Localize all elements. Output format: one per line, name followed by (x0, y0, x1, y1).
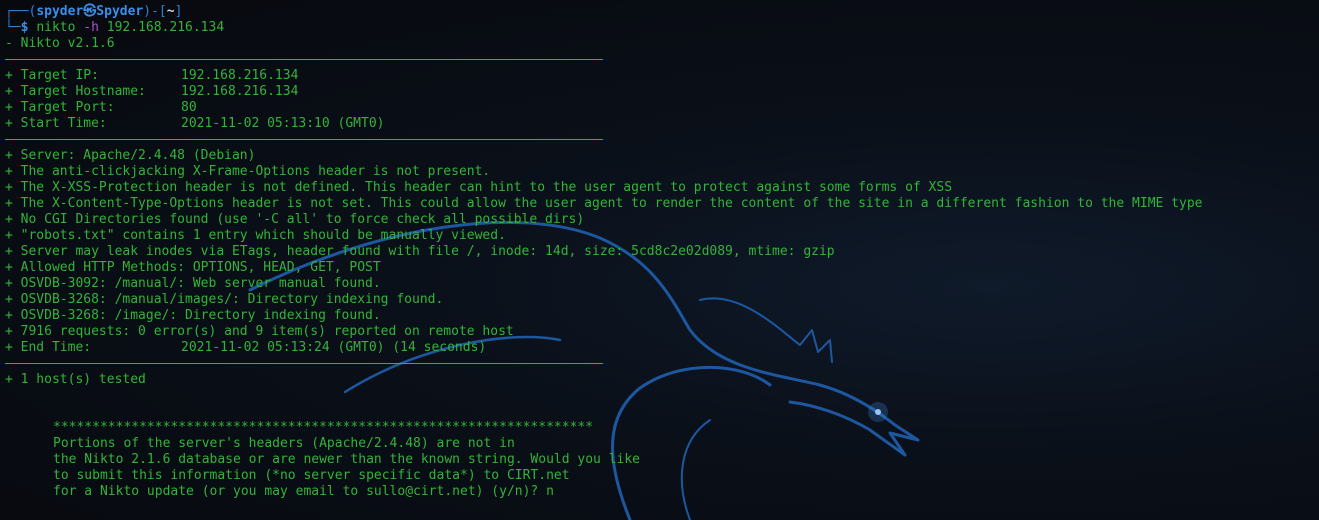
prompt-user: spyder (36, 4, 84, 19)
banner-prompt-line[interactable]: for a Nikto update (or you may email to … (53, 484, 554, 500)
banner-stars: ****************************************… (53, 420, 594, 435)
start-time-value: 2021-11-02 05:13:10 (GMT0) (181, 116, 385, 131)
finding-line: + OSVDB-3092: /manual/: Web server manua… (5, 276, 381, 291)
command-flag: -h (83, 20, 99, 35)
prompt-top-prefix: ┌──( (5, 4, 37, 19)
target-hostname-label: + Target Hostname: (5, 84, 146, 99)
target-hostname-row: + Target Hostname: 192.168.216.134 (5, 84, 298, 100)
finding-line: + OSVDB-3268: /image/: Directory indexin… (5, 308, 381, 323)
prompt-cwd: ~ (166, 4, 175, 19)
separator-line (5, 139, 603, 140)
target-ip-value: 192.168.216.134 (181, 68, 299, 83)
terminal-window[interactable]: ┌──(spyder㉿Spyder)-[~] └─$ nikto -h 192.… (0, 0, 1319, 520)
prompt-host: Spyder (96, 4, 144, 19)
finding-line: + Server may leak inodes via ETags, head… (5, 244, 835, 259)
command-line[interactable]: └─$ nikto -h 192.168.216.134 (5, 20, 224, 36)
target-hostname-value: 192.168.216.134 (181, 84, 299, 99)
command-argument: 192.168.216.134 (106, 20, 225, 35)
target-port-label: + Target Port: (5, 100, 115, 115)
target-port-row: + Target Port: 80 (5, 100, 197, 116)
finding-line: + No CGI Directories found (use '-C all'… (5, 212, 585, 227)
finding-line: + Allowed HTTP Methods: OPTIONS, HEAD, G… (5, 260, 381, 275)
prompt-bottom-prefix: └─ (5, 20, 21, 35)
banner-line: Portions of the server's headers (Apache… (53, 436, 515, 451)
prompt-bracket-mid: )-[ (143, 4, 167, 19)
target-ip-row: + Target IP: 192.168.216.134 (5, 68, 298, 84)
prompt-line-top: ┌──(spyder㉿Spyder)-[~] (5, 4, 182, 20)
hosts-tested: + 1 host(s) tested (5, 372, 146, 387)
nikto-version: - Nikto v2.1.6 (5, 36, 115, 51)
finding-line: + "robots.txt" contains 1 entry which sh… (5, 228, 506, 243)
prompt-skull-icon: ㉿ (83, 4, 97, 19)
start-time-label: + Start Time: (5, 116, 107, 131)
separator-line (5, 59, 603, 60)
banner-line: to submit this information (*no server s… (53, 468, 570, 483)
end-time-row: + End Time: 2021-11-02 05:13:24 (GMT0) (1… (5, 340, 486, 356)
prompt-dollar: $ (20, 20, 29, 35)
banner-line: the Nikto 2.1.6 database or are newer th… (53, 452, 640, 467)
finding-line: + Server: Apache/2.4.48 (Debian) (5, 148, 256, 163)
prompt-bracket-end: ] (174, 4, 183, 19)
separator-line (5, 363, 603, 364)
start-time-row: + Start Time: 2021-11-02 05:13:10 (GMT0) (5, 116, 385, 132)
finding-line: + The X-Content-Type-Options header is n… (5, 196, 1203, 211)
target-ip-label: + Target IP: (5, 68, 99, 83)
target-port-value: 80 (181, 100, 197, 115)
finding-line: + 7916 requests: 0 error(s) and 9 item(s… (5, 324, 514, 339)
finding-line: + The X-XSS-Protection header is not def… (5, 180, 953, 195)
command-name: nikto (36, 20, 76, 35)
finding-line: + The anti-clickjacking X-Frame-Options … (5, 164, 491, 179)
end-time-label: + End Time: (5, 340, 92, 355)
end-time-value: 2021-11-02 05:13:24 (GMT0) (14 seconds) (181, 340, 487, 355)
finding-line: + OSVDB-3268: /manual/images/: Directory… (5, 292, 444, 307)
